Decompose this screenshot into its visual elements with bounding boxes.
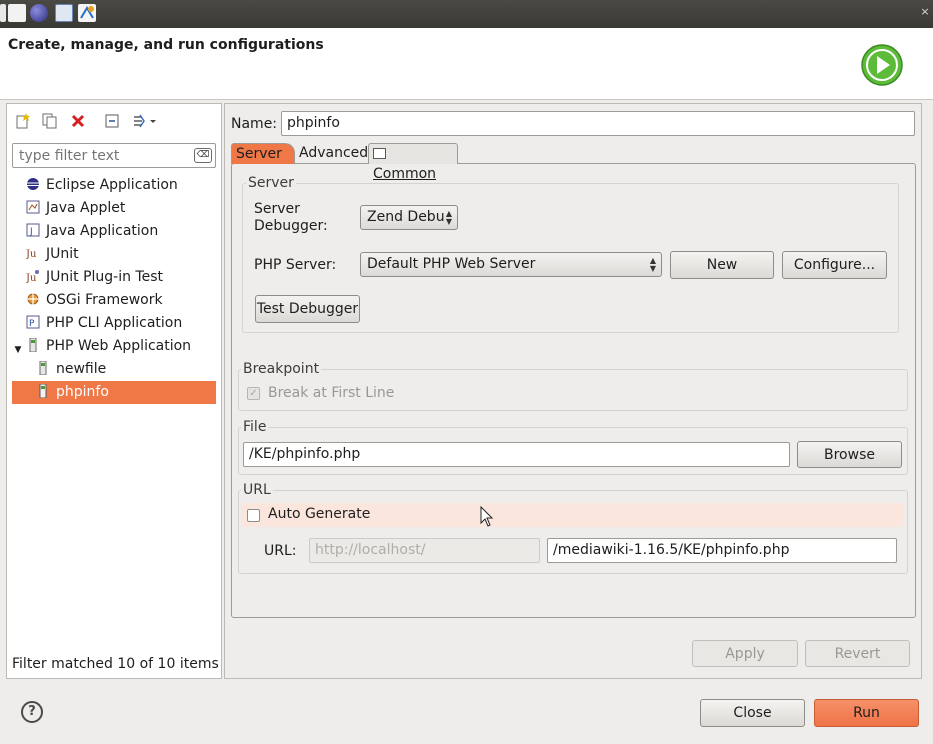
- breakpoint-group-label: Breakpoint: [241, 361, 322, 377]
- osgi-icon: [26, 291, 40, 305]
- file-path-field[interactable]: /KE/phpinfo.php: [243, 442, 790, 467]
- tree-item-label: phpinfo: [56, 384, 109, 400]
- eclipse-icon: [26, 176, 40, 190]
- close-button[interactable]: Close: [700, 699, 805, 727]
- filter-status-text: Filter matched 10 of 10 items: [12, 656, 219, 672]
- collapse-all-icon[interactable]: [103, 112, 121, 130]
- url-group-label: URL: [241, 482, 273, 498]
- revert-button[interactable]: Revert: [805, 640, 910, 667]
- tab-server-label: Server: [236, 146, 282, 162]
- window-close-icon[interactable]: ×: [919, 6, 931, 18]
- svg-text:J: J: [29, 227, 33, 237]
- help-icon[interactable]: ?: [21, 701, 43, 723]
- url-label: URL:: [264, 543, 297, 559]
- tree-item-phpinfo[interactable]: phpinfo: [12, 381, 216, 404]
- tree-item-label: JUnit: [46, 246, 79, 262]
- tree-item-junit[interactable]: Ju JUnit: [12, 243, 216, 266]
- server-group-label: Server: [246, 175, 296, 191]
- expand-arrow-icon[interactable]: ▼: [12, 343, 24, 357]
- common-tab-icon: [373, 148, 386, 159]
- debugger-select-value: Zend Debu: [367, 209, 445, 225]
- debugger-select[interactable]: Zend Debu ▲ ▼: [360, 205, 458, 230]
- php-web-icon: [26, 337, 40, 353]
- run-configuration-emblem-icon: [857, 40, 909, 88]
- break-first-line-label: Break at First Line: [268, 385, 395, 401]
- java-application-icon: J: [26, 222, 40, 237]
- tree-item-newfile[interactable]: newfile: [12, 358, 216, 381]
- file-group-label: File: [241, 419, 269, 435]
- window-icon-partial: [0, 4, 6, 22]
- svg-text:P: P: [29, 319, 35, 329]
- tree-item-java-applet[interactable]: Java Applet: [12, 197, 216, 220]
- tree-item-label: OSGi Framework: [46, 292, 163, 308]
- tree-item-junit-plugin-test[interactable]: Ju JUnit Plug-in Test: [12, 266, 216, 289]
- junit-icon: Ju: [25, 245, 40, 260]
- auto-generate-checkbox[interactable]: [247, 509, 260, 522]
- apply-button[interactable]: Apply: [692, 640, 798, 667]
- name-label: Name:: [231, 116, 278, 132]
- filter-configurations-menu-icon[interactable]: [131, 112, 159, 130]
- run-button[interactable]: Run: [814, 699, 919, 727]
- tree-item-label: Eclipse Application: [46, 177, 178, 193]
- auto-generate-label: Auto Generate: [268, 506, 371, 522]
- window-titlebar: [0, 0, 933, 28]
- tree-item-php-cli-application[interactable]: P PHP CLI Application: [12, 312, 216, 335]
- document-icon[interactable]: [55, 4, 73, 22]
- junit-plugin-icon: Ju: [25, 268, 40, 284]
- dialog-title: Create, manage, and run configurations: [8, 37, 324, 53]
- tree-item-label: Java Application: [46, 223, 159, 239]
- php-file-icon: [36, 360, 50, 376]
- clear-filter-icon[interactable]: ⌫: [194, 148, 212, 163]
- tab-common[interactable]: Common: [368, 143, 458, 182]
- php-server-select-value: Default PHP Web Server: [367, 256, 536, 272]
- break-first-line-checkbox[interactable]: ✓: [247, 387, 260, 400]
- java-applet-icon: [26, 199, 40, 214]
- tab-common-label: Common: [373, 166, 437, 182]
- tools-icon[interactable]: [78, 4, 96, 22]
- mouse-cursor-icon: [480, 505, 494, 528]
- name-field[interactable]: phpinfo: [281, 111, 915, 136]
- php-cli-icon: P: [26, 314, 40, 329]
- tab-advanced[interactable]: Advanced: [295, 143, 369, 164]
- tab-advanced-label: Advanced: [299, 145, 369, 161]
- text-editor-icon[interactable]: [8, 4, 26, 22]
- php-server-select[interactable]: Default PHP Web Server ▲ ▼: [360, 252, 662, 277]
- php-file-icon: [36, 383, 50, 399]
- tree-item-label: PHP Web Application: [46, 338, 192, 354]
- svg-text:Ju: Ju: [26, 249, 37, 260]
- tree-item-php-web-application[interactable]: ▼ PHP Web Application: [12, 335, 216, 358]
- tree-item-label: PHP CLI Application: [46, 315, 183, 331]
- filter-input[interactable]: [12, 143, 216, 168]
- duplicate-configuration-icon[interactable]: [41, 112, 59, 130]
- tree-item-label: Java Applet: [46, 200, 126, 216]
- tree-item-label: JUnit Plug-in Test: [46, 269, 164, 285]
- new-launch-configuration-icon[interactable]: [14, 112, 32, 130]
- eclipse-launcher-icon[interactable]: [30, 4, 48, 22]
- url-path-field[interactable]: /mediawiki-1.16.5/KE/phpinfo.php: [547, 538, 897, 563]
- browse-button[interactable]: Browse: [797, 441, 902, 468]
- server-debugger-label: Server Debugger:: [254, 201, 328, 234]
- delete-configuration-icon[interactable]: [69, 112, 87, 130]
- tree-item-java-application[interactable]: J Java Application: [12, 220, 216, 243]
- spinner-arrows-icon: ▲ ▼: [649, 256, 656, 273]
- tree-item-label: newfile: [56, 361, 107, 377]
- configure-server-button[interactable]: Configure...: [782, 251, 887, 279]
- tree-item-osgi-framework[interactable]: OSGi Framework: [12, 289, 216, 312]
- spinner-arrows-icon: ▲ ▼: [445, 209, 452, 226]
- test-debugger-button[interactable]: Test Debugger: [255, 295, 360, 323]
- php-server-label: PHP Server:: [254, 257, 337, 273]
- tab-server[interactable]: Server: [231, 143, 295, 164]
- url-base-field: http://localhost/: [309, 538, 540, 563]
- svg-text:Ju: Ju: [26, 273, 37, 283]
- tree-item-eclipse-application[interactable]: Eclipse Application: [12, 174, 216, 197]
- new-server-button[interactable]: New: [670, 251, 774, 279]
